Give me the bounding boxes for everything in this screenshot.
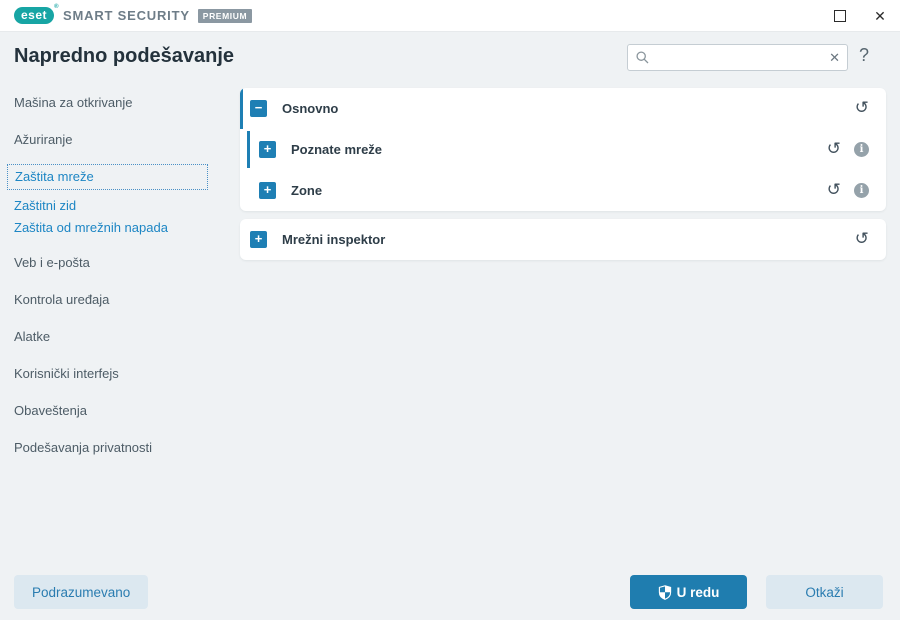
page-title: Napredno podešavanje — [14, 45, 234, 68]
expand-icon[interactable]: + — [250, 231, 267, 248]
search-clear-icon[interactable]: ✕ — [823, 50, 840, 66]
sidebar-item-device-control[interactable]: Kontrola uređaja — [0, 287, 230, 312]
sidebar-item-tools[interactable]: Alatke — [0, 324, 230, 349]
undo-icon[interactable]: ↺ — [827, 182, 841, 199]
maximize-icon — [834, 10, 846, 22]
close-button[interactable]: ✕ — [860, 0, 900, 32]
window-controls: ✕ — [820, 0, 900, 32]
expand-icon[interactable]: + — [259, 141, 276, 158]
sidebar-item-web-email[interactable]: Veb i e-pošta — [0, 250, 230, 275]
sidebar-item-network-protection[interactable]: Zaštita mreže — [7, 164, 208, 190]
section-label: Poznate mreže — [291, 142, 382, 157]
search-input[interactable] — [650, 50, 823, 65]
search-box[interactable]: ✕ — [627, 44, 848, 71]
maximize-button[interactable] — [820, 0, 860, 32]
advanced-setup-window: eset ® SMART SECURITY PREMIUM ✕ Napredno… — [0, 0, 900, 620]
sidebar: Mašina za otkrivanje Ažuriranje Zaštita … — [0, 90, 230, 472]
uac-shield-icon — [658, 585, 672, 600]
sidebar-item-detection-engine[interactable]: Mašina za otkrivanje — [0, 90, 230, 115]
info-icon[interactable]: i — [854, 183, 869, 198]
sidebar-item-user-interface[interactable]: Korisnički interfejs — [0, 361, 230, 386]
undo-icon[interactable]: ↺ — [855, 231, 869, 248]
close-icon: ✕ — [874, 9, 886, 23]
eset-logo: eset ® — [14, 7, 54, 24]
section-row-poznate-mreze[interactable]: + Poznate mreže ↺ i — [240, 129, 886, 170]
registered-mark: ® — [54, 4, 59, 10]
sidebar-item-update[interactable]: Ažuriranje — [0, 127, 230, 152]
expand-icon[interactable]: + — [259, 182, 276, 199]
section-label: Osnovno — [282, 101, 338, 116]
premium-badge: PREMIUM — [198, 9, 252, 23]
ok-button-label: U redu — [677, 585, 720, 600]
ok-button[interactable]: U redu — [630, 575, 747, 609]
settings-panel: − Osnovno ↺ + Poznate mreže ↺ i + Zone ↺ — [240, 88, 886, 260]
settings-card-basic: − Osnovno ↺ + Poznate mreže ↺ i + Zone ↺ — [240, 88, 886, 211]
section-label: Mrežni inspektor — [282, 232, 385, 247]
undo-icon[interactable]: ↺ — [855, 100, 869, 117]
eset-logo-text: eset — [21, 8, 47, 22]
sidebar-item-network-attack-protection[interactable]: Zaštita od mrežnih napada — [0, 217, 230, 238]
section-row-zone[interactable]: + Zone ↺ i — [240, 170, 886, 211]
section-row-mrezni-inspektor[interactable]: + Mrežni inspektor ↺ — [240, 219, 886, 260]
title-bar: eset ® SMART SECURITY PREMIUM ✕ — [0, 0, 900, 32]
sidebar-item-notifications[interactable]: Obaveštenja — [0, 398, 230, 423]
sidebar-item-privacy-settings[interactable]: Podešavanja privatnosti — [0, 435, 230, 460]
undo-icon[interactable]: ↺ — [827, 141, 841, 158]
product-name: SMART SECURITY — [63, 8, 190, 23]
help-icon[interactable]: ? — [859, 45, 869, 66]
collapse-icon[interactable]: − — [250, 100, 267, 117]
section-row-osnovno[interactable]: − Osnovno ↺ — [240, 88, 886, 129]
section-label: Zone — [291, 183, 322, 198]
info-icon[interactable]: i — [854, 142, 869, 157]
settings-card-network-inspector: + Mrežni inspektor ↺ — [240, 219, 886, 260]
default-button[interactable]: Podrazumevano — [14, 575, 148, 609]
search-icon — [635, 50, 650, 65]
cancel-button[interactable]: Otkaži — [766, 575, 883, 609]
sidebar-item-firewall[interactable]: Zaštitni zid — [0, 195, 230, 216]
